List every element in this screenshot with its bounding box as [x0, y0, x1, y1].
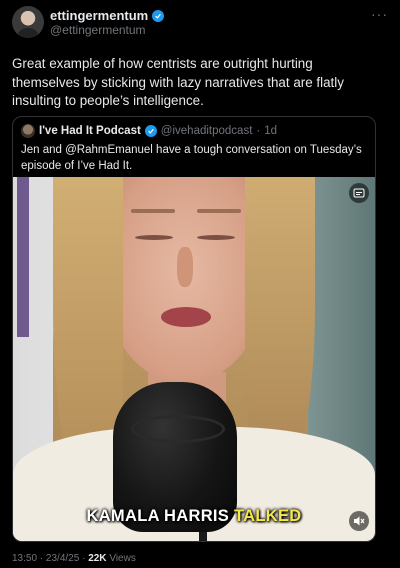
video-subject-eye-left	[135, 235, 173, 240]
video-player[interactable]: KAMALA HARRIS TALKED	[13, 177, 375, 541]
video-subject-mouth	[161, 307, 211, 327]
video-subject-face	[105, 177, 265, 382]
quoted-tweet-header: I've Had It Podcast @ivehaditpodcast · 1…	[21, 124, 277, 138]
video-caption-highlight: TALKED	[234, 507, 302, 525]
tweet-header: ettingermentum @ettingermentum ···	[12, 6, 388, 40]
video-caption: KAMALA HARRIS TALKED	[13, 507, 375, 526]
views-count: 22K	[88, 553, 107, 564]
more-options-icon[interactable]: ···	[371, 6, 388, 22]
views-label: Views	[106, 553, 136, 564]
quoted-tweet-text: Jen and @RahmEmanuel have a tough conver…	[21, 144, 362, 172]
video-background-detail	[17, 177, 29, 337]
footer-separator-2: ·	[79, 553, 89, 564]
video-subject-nose	[177, 247, 193, 287]
video-caption-white: KAMALA HARRIS	[86, 507, 234, 525]
video-subject-brow-right	[197, 209, 241, 213]
microphone-ring	[131, 415, 225, 443]
video-subject-eye-right	[197, 235, 235, 240]
quoted-author-name[interactable]: I've Had It Podcast	[39, 125, 141, 137]
post-time[interactable]: 13:50	[12, 553, 37, 564]
quoted-separator: ·	[256, 125, 261, 137]
author-display-name[interactable]: ettingermentum	[50, 8, 148, 23]
tweet-text: Great example of how centrists are outri…	[12, 56, 344, 108]
author-avatar[interactable]	[12, 6, 44, 38]
footer-separator-1: ·	[37, 553, 46, 564]
verified-badge-icon	[152, 9, 165, 22]
quoted-author-handle[interactable]: @ivehaditpodcast	[161, 125, 253, 137]
captions-icon[interactable]	[349, 183, 369, 203]
quoted-verified-badge-icon	[144, 125, 157, 137]
mute-icon[interactable]	[349, 511, 369, 531]
quoted-author-avatar[interactable]	[21, 124, 35, 138]
quoted-timestamp[interactable]: 1d	[264, 125, 277, 137]
author-handle[interactable]: @ettingermentum	[50, 23, 146, 37]
quoted-tweet[interactable]: I've Had It Podcast @ivehaditpodcast · 1…	[12, 116, 376, 542]
video-subject-brow-left	[131, 209, 175, 213]
tweet-footer: 13:50 · 23/4/25 · 22K Views	[12, 553, 136, 564]
post-date[interactable]: 23/4/25	[46, 553, 79, 564]
author-name-row: ettingermentum	[50, 8, 165, 23]
